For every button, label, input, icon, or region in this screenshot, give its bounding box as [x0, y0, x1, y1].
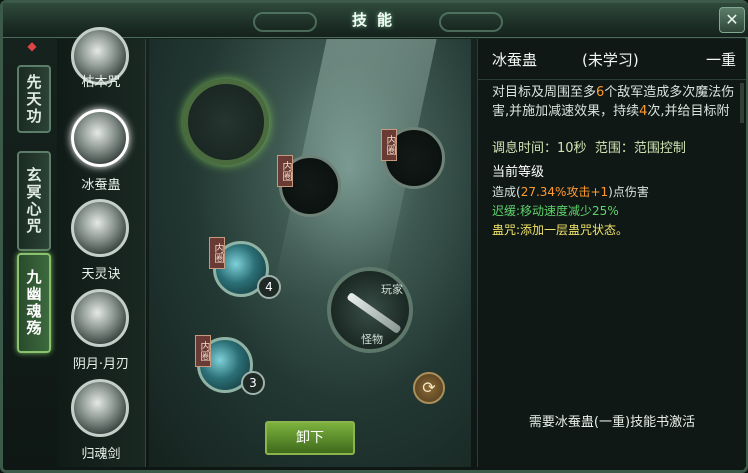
cooldown-value: 调息时间：10秒 [492, 141, 587, 156]
effect-text: )点伤害 [608, 185, 649, 199]
title-ornament-right [439, 12, 503, 32]
weapon-ring-label: 玩家 [381, 283, 403, 296]
category-tabs: ◆ 先天功 玄冥心咒 九幽魂殇 [9, 39, 51, 467]
damage-effect: 造成(27.34%攻击+1)点伤害 [492, 183, 649, 200]
slow-text: 移动速度减少25% [520, 204, 619, 218]
slot-level-badge: 4 [257, 275, 281, 299]
inner-ring-tag: 内圈 [209, 237, 225, 269]
skill-window: 技能 ✕ ◆ 先天功 玄冥心咒 九幽魂殇 枯木咒 冰蚕蛊 天灵诀 阴月·月刃 归… [0, 0, 748, 473]
skill-detail-panel: 冰蚕蛊 (未学习) 一重 对目标及周围至多6个敌军造成多次魔法伤害,并施加减速效… [477, 39, 746, 467]
slow-label: 迟缓: [492, 204, 521, 218]
curse-effect: 蛊咒:添加一层蛊咒状态。 [492, 221, 628, 238]
skill-rank: 一重 [705, 51, 736, 69]
slow-effect: 迟缓:移动速度减少25% [492, 202, 619, 219]
inner-ring-tag: 内圈 [381, 129, 397, 161]
skill-arena: 内圈 内圈 内圈 4 内圈 3 玩家 怪物 ⟳ 卸下 [149, 39, 471, 467]
skill-label: 归魂剑 [81, 447, 121, 462]
skill-label: 枯木咒 [81, 75, 121, 90]
weapon-slot[interactable]: 玩家 怪物 [327, 267, 413, 353]
tab-jiuyouhunshang[interactable]: 九幽魂殇 [17, 253, 51, 353]
effect-text: 造成( [492, 185, 521, 199]
skill-list: 枯木咒 冰蚕蛊 天灵诀 阴月·月刃 归魂剑 [57, 27, 146, 467]
skill-label: 天灵诀 [81, 267, 121, 282]
refresh-icon[interactable]: ⟳ [413, 372, 445, 404]
desc-text: 对目标及周围至多 [492, 85, 597, 100]
unload-button[interactable]: 卸下 [265, 421, 355, 455]
tab-label: 玄冥心咒 [24, 167, 43, 235]
close-icon[interactable]: ✕ [719, 7, 745, 33]
core-skill-slot[interactable] [183, 79, 269, 165]
curse-text: 添加一层蛊咒状态。 [520, 223, 629, 237]
window-title: 技能 [351, 11, 402, 29]
sword-icon [346, 291, 402, 335]
description-scrollbar[interactable] [740, 83, 744, 123]
learn-state: (未学习) [582, 51, 639, 69]
tab-xiantiangong[interactable]: 先天功 [17, 65, 51, 133]
spirit-claw-icon [71, 199, 129, 257]
skill-label: 阴月·月刃 [72, 357, 130, 372]
tab-xuanmingxinzhou[interactable]: 玄冥心咒 [17, 151, 51, 251]
detail-header: 冰蚕蛊 (未学习) 一重 [478, 39, 746, 80]
range-value: 范围：范围控制 [594, 141, 686, 156]
inner-ring-tag: 内圈 [195, 335, 211, 367]
skill-description: 对目标及周围至多6个敌军造成多次魔法伤害,并施加减速效果，持续4次,并给目标附加… [492, 83, 736, 123]
curse-label: 蛊咒: [492, 223, 521, 237]
activation-requirement: 需要冰蚕蛊(一重)技能书激活 [528, 415, 696, 430]
soul-sword-icon [71, 379, 129, 437]
inner-ring-tag: 内圈 [277, 155, 293, 187]
tab-label: 九幽魂殇 [24, 269, 43, 337]
ice-silkworm-icon [71, 109, 129, 167]
moon-blade-icon [71, 289, 129, 347]
weapon-ring-label: 怪物 [361, 333, 383, 346]
slot-level-badge: 3 [241, 371, 265, 395]
skill-label: 冰蚕蛊 [81, 178, 121, 193]
title-ornament-left [253, 12, 317, 32]
skill-name: 冰蚕蛊 [492, 51, 538, 69]
current-level-heading: 当前等级 [492, 165, 545, 180]
effect-value: 27.34%攻击+1 [520, 185, 609, 199]
tab-label: 先天功 [24, 73, 43, 125]
tab-gem-icon: ◆ [27, 39, 37, 53]
cooldown-text: 调息时间：10秒 范围：范围控制 [492, 137, 686, 156]
